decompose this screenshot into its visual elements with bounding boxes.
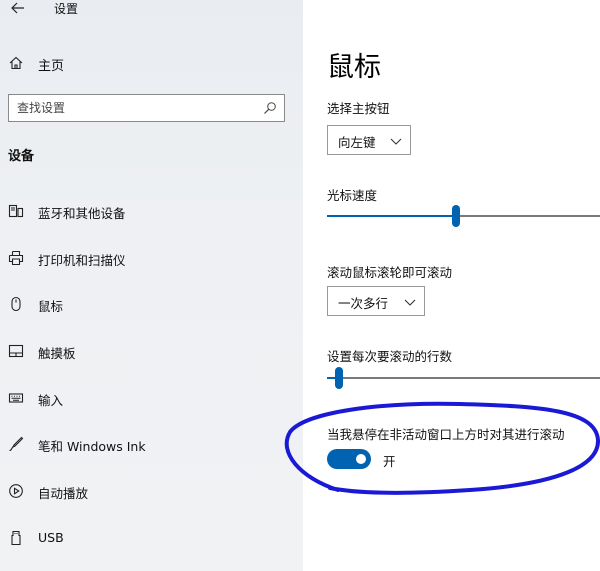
section-title: 设备 bbox=[8, 149, 35, 164]
nav-home-label: 主页 bbox=[38, 59, 65, 74]
main-content: 鼠标 选择主按钮 向左键 光标速度 滚动鼠标滚轮即可滚动 一次多行 设置每次要滚… bbox=[303, 0, 600, 571]
sidebar-item-label: 自动播放 bbox=[38, 486, 89, 501]
search-input[interactable] bbox=[15, 98, 255, 118]
sidebar-item-label: 蓝牙和其他设备 bbox=[38, 206, 126, 221]
slider-thumb[interactable] bbox=[335, 367, 343, 389]
title-bar: 设置 bbox=[0, 0, 303, 22]
autoplay-icon bbox=[9, 484, 23, 498]
settings-window: 设置 主页 设备 蓝牙和其他设备 bbox=[0, 0, 600, 571]
nav-home[interactable]: 主页 bbox=[0, 50, 303, 78]
back-arrow-icon[interactable] bbox=[10, 0, 26, 16]
bluetooth-devices-icon bbox=[8, 204, 24, 218]
sidebar: 设置 主页 设备 蓝牙和其他设备 bbox=[0, 0, 303, 571]
chevron-down-icon bbox=[404, 299, 416, 306]
search-box[interactable] bbox=[8, 94, 285, 122]
sidebar-item-autoplay[interactable]: 自动播放 bbox=[0, 475, 303, 507]
sidebar-item-label: 鼠标 bbox=[38, 299, 64, 314]
sidebar-item-usb[interactable]: USB bbox=[0, 522, 303, 554]
sidebar-item-label: 触摸板 bbox=[38, 346, 76, 361]
sidebar-item-label: 打印机和扫描仪 bbox=[38, 253, 126, 268]
sidebar-item-label: 笔和 Windows Ink bbox=[38, 439, 146, 454]
touchpad-icon bbox=[8, 344, 24, 358]
sidebar-item-label: 输入 bbox=[38, 393, 64, 408]
sidebar-item-pen[interactable]: 笔和 Windows Ink bbox=[0, 428, 303, 460]
scroll-wheel-label: 滚动鼠标滚轮即可滚动 bbox=[327, 265, 453, 280]
sidebar-item-bluetooth[interactable]: 蓝牙和其他设备 bbox=[0, 195, 303, 227]
sidebar-item-typing[interactable]: 输入 bbox=[0, 382, 303, 414]
primary-button-value: 向左键 bbox=[338, 135, 376, 150]
sidebar-item-label: USB bbox=[38, 530, 64, 545]
slider-track-filled bbox=[327, 377, 335, 379]
primary-button-label: 选择主按钮 bbox=[327, 101, 390, 116]
lines-per-scroll-label: 设置每次要滚动的行数 bbox=[327, 349, 453, 364]
scroll-wheel-value: 一次多行 bbox=[338, 296, 389, 311]
toggle-knob bbox=[356, 454, 366, 464]
chevron-down-icon bbox=[390, 138, 402, 145]
mouse-icon bbox=[11, 296, 21, 312]
scroll-wheel-dropdown[interactable]: 一次多行 bbox=[327, 286, 425, 316]
inactive-scroll-toggle[interactable] bbox=[327, 449, 371, 469]
home-icon bbox=[9, 56, 23, 70]
slider-track bbox=[343, 377, 600, 379]
sidebar-item-printers[interactable]: 打印机和扫描仪 bbox=[0, 242, 303, 274]
cursor-speed-label: 光标速度 bbox=[327, 188, 378, 203]
page-title: 鼠标 bbox=[327, 52, 381, 83]
cursor-speed-slider[interactable] bbox=[327, 204, 600, 228]
sidebar-item-mouse[interactable]: 鼠标 bbox=[0, 288, 303, 320]
slider-track bbox=[460, 215, 600, 217]
window-title: 设置 bbox=[54, 2, 79, 16]
slider-thumb[interactable] bbox=[452, 205, 460, 227]
keyboard-icon bbox=[8, 393, 24, 403]
printer-icon bbox=[8, 250, 24, 266]
slider-track-filled bbox=[327, 215, 452, 217]
inactive-scroll-label: 当我悬停在非活动窗口上方时对其进行滚动 bbox=[327, 427, 565, 442]
search-icon[interactable] bbox=[263, 101, 277, 115]
toggle-state-label: 开 bbox=[383, 454, 396, 469]
lines-per-scroll-slider[interactable] bbox=[327, 366, 600, 390]
usb-icon bbox=[11, 530, 21, 546]
primary-button-dropdown[interactable]: 向左键 bbox=[327, 125, 411, 155]
pen-icon bbox=[9, 436, 24, 452]
sidebar-item-touchpad[interactable]: 触摸板 bbox=[0, 335, 303, 367]
